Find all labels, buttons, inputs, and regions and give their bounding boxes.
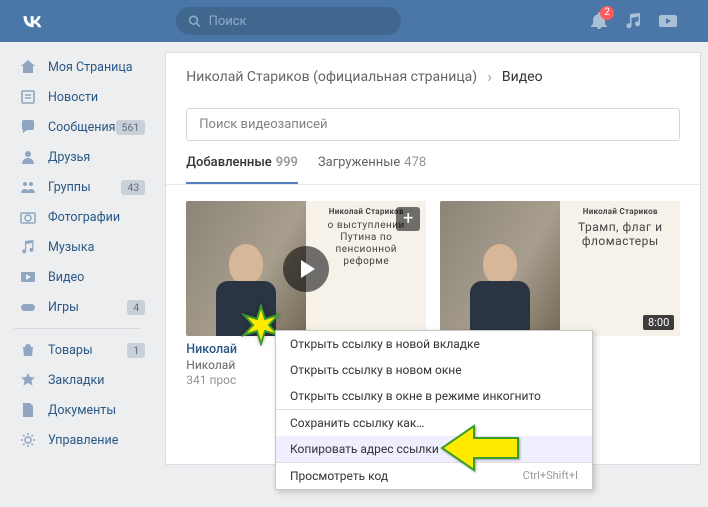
header: 2 [0,0,708,42]
photos-icon [18,207,38,227]
market-icon [18,340,38,360]
sidebar-item-label: Управление [48,433,118,448]
sidebar-item-my-page[interactable]: Моя Страница [0,52,155,82]
sidebar-item-label: Сообщения [48,120,116,135]
music-header-icon[interactable] [624,12,642,30]
ctx-label: Открыть ссылку в окне в режиме инкогнито [290,389,541,403]
tab-label: Загруженные [318,155,400,170]
sidebar-item-label: Видео [48,270,84,285]
ctx-label: Открыть ссылку в новой вкладке [290,337,480,351]
tab-added[interactable]: Добавленные 999 [186,155,298,184]
sidebar-item-groups[interactable]: Группы 43 [0,172,155,202]
thumb-title: Николай Стариков [568,207,672,216]
annotation-arrow-icon [440,424,520,476]
vk-logo-icon[interactable] [18,7,46,35]
context-menu-item-save-link[interactable]: Сохранить ссылку как… [276,410,592,436]
sidebar-item-photos[interactable]: Фотографии [0,202,155,232]
sidebar-item-bookmarks[interactable]: Закладки [0,365,155,395]
sidebar-item-music[interactable]: Музыка [0,232,155,262]
tab-label: Добавленные [186,155,271,170]
music-icon [18,237,38,257]
notification-badge: 2 [600,6,614,20]
video-thumbnail[interactable]: Николай Стариково выступлении Путина по … [186,201,426,336]
search-icon [188,14,201,28]
sidebar-item-games[interactable]: Игры 4 [0,292,155,322]
friends-icon [18,147,38,167]
sidebar-item-label: Моя Страница [48,60,133,75]
news-icon [18,87,38,107]
sidebar-item-video[interactable]: Видео [0,262,155,292]
add-icon[interactable]: + [396,207,420,231]
ctx-shortcut: Ctrl+Shift+I [523,469,578,483]
tab-count: 999 [276,155,298,170]
tab-uploaded[interactable]: Загруженные 478 [318,155,426,184]
sidebar-count: 1 [127,343,145,358]
sidebar-item-label: Группы [48,180,91,195]
sidebar-item-label: Музыка [48,240,94,255]
ctx-label: Сохранить ссылку как… [290,416,424,430]
breadcrumb-parent[interactable]: Николай Стариков (официальная страница) [186,69,477,85]
admin-icon [18,430,38,450]
video-icon [18,267,38,287]
context-menu: Открыть ссылку в новой вкладке Открыть с… [275,330,593,490]
thumb-subtitle: Трамп, флаг и фломастеры [568,220,672,249]
sidebar-item-label: Документы [48,403,116,418]
search-box[interactable] [176,7,401,35]
games-icon [18,297,38,317]
context-menu-item-inspect[interactable]: Просмотреть код Ctrl+Shift+I [276,463,592,489]
context-menu-item-open-new-tab[interactable]: Открыть ссылку в новой вкладке [276,331,592,357]
sidebar-count: 4 [127,300,145,315]
sidebar-item-label: Друзья [48,150,90,165]
sidebar-item-label: Фотографии [48,210,120,225]
context-menu-item-open-new-window[interactable]: Открыть ссылку в новом окне [276,357,592,383]
sidebar-count: 561 [116,120,146,135]
context-menu-item-open-incognito[interactable]: Открыть ссылку в окне в режиме инкогнито [276,383,592,409]
messages-icon [18,117,38,137]
home-icon [18,57,38,77]
sidebar: Моя Страница Новости Сообщения561 Друзья… [0,42,155,465]
sidebar-item-label: Товары [48,343,93,358]
sidebar-item-admin[interactable]: Управление [0,425,155,455]
video-tabs: Добавленные 999 Загруженные 478 [166,141,700,185]
sidebar-item-label: Игры [48,300,79,315]
sidebar-item-messages[interactable]: Сообщения561 [0,112,155,142]
docs-icon [18,400,38,420]
sidebar-separator [14,328,141,329]
sidebar-item-label: Новости [48,90,98,105]
sidebar-item-docs[interactable]: Документы [0,395,155,425]
bookmarks-icon [18,370,38,390]
video-duration: 8:00 [643,315,674,330]
video-thumbnail[interactable]: Николай Стариков Трамп, флаг и фломастеры… [440,201,680,336]
video-header-icon[interactable] [658,12,678,30]
groups-icon [18,177,38,197]
sidebar-item-friends[interactable]: Друзья [0,142,155,172]
ctx-label: Открыть ссылку в новом окне [290,363,462,377]
sidebar-item-market[interactable]: Товары 1 [0,335,155,365]
breadcrumb-current: Видео [502,69,543,85]
notifications-icon[interactable]: 2 [590,12,608,30]
ctx-label: Копировать адрес ссылки [290,442,439,456]
video-search-input[interactable]: Поиск видеозаписей [186,108,680,141]
play-icon[interactable] [283,246,329,292]
sidebar-item-news[interactable]: Новости [0,82,155,112]
tab-count: 478 [404,155,426,170]
context-menu-item-copy-link[interactable]: Копировать адрес ссылки [276,436,592,462]
sidebar-item-label: Закладки [48,373,105,388]
header-icons: 2 [590,12,698,30]
ctx-label: Просмотреть код [290,469,388,483]
search-input[interactable] [209,14,389,29]
breadcrumb: Николай Стариков (официальная страница) … [166,53,700,100]
chevron-right-icon: › [487,67,492,86]
sidebar-count: 43 [121,180,145,195]
